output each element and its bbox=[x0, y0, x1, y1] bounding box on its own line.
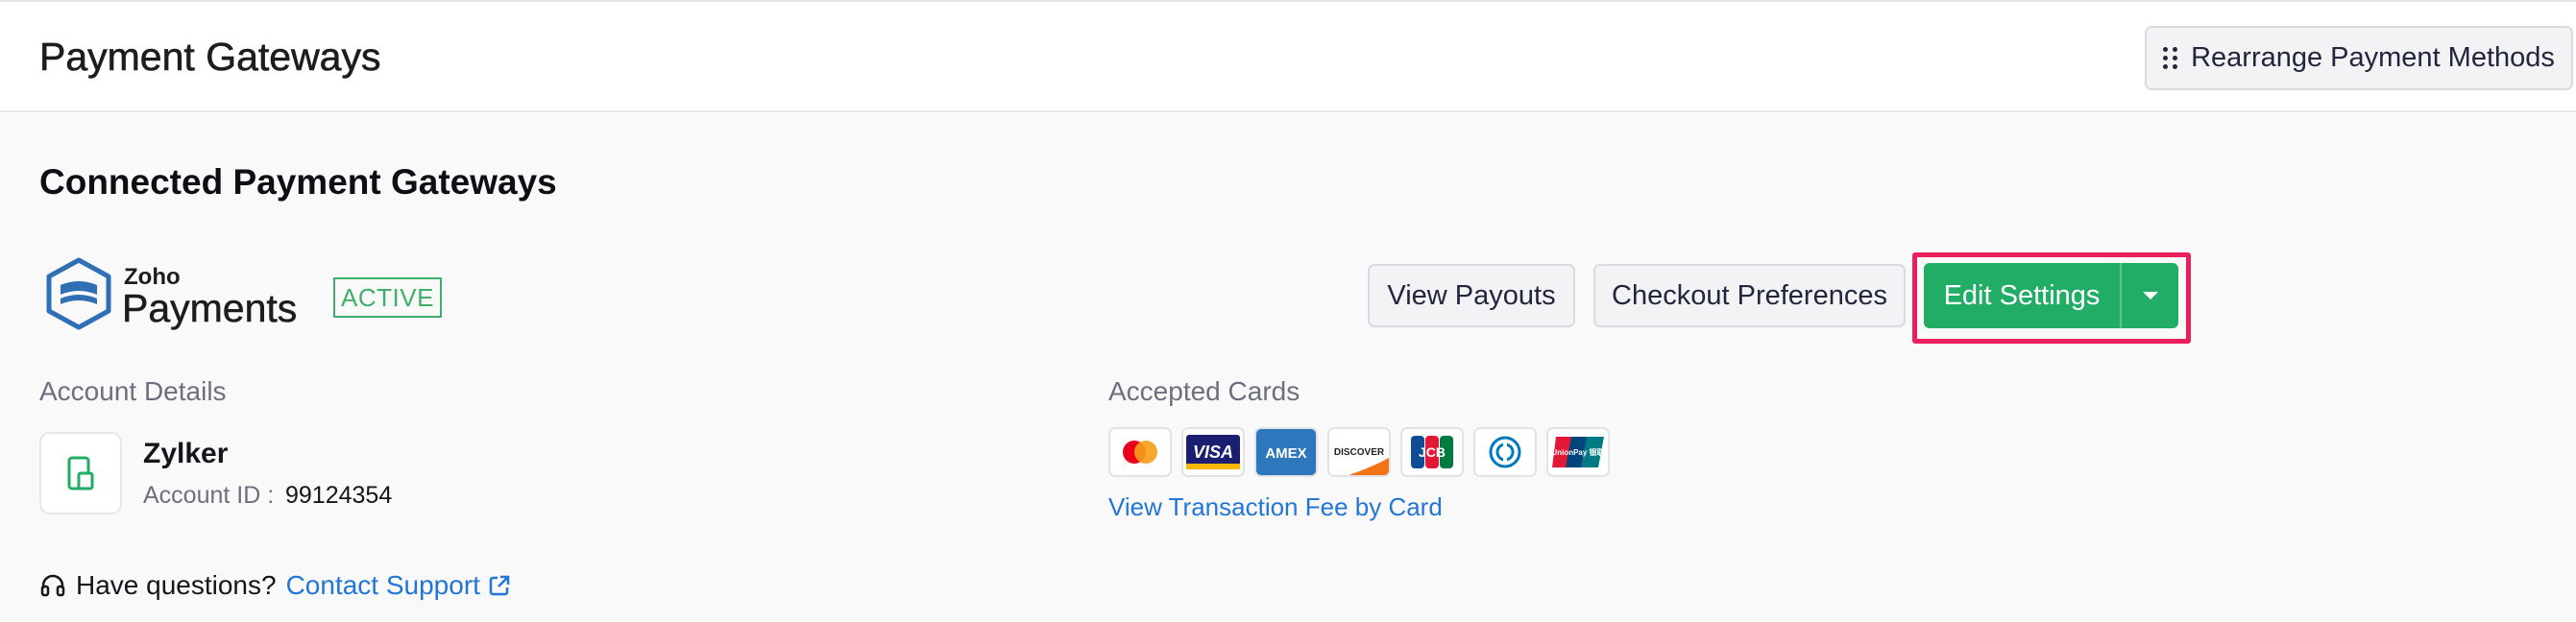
edit-settings-split-button: Edit Settings bbox=[1924, 263, 2178, 328]
account-id-value: 99124354 bbox=[285, 482, 393, 509]
checkout-preferences-button[interactable]: Checkout Preferences bbox=[1593, 264, 1906, 327]
building-icon bbox=[67, 456, 94, 490]
drag-handle-icon bbox=[2163, 47, 2178, 69]
svg-text:UnionPay 银联: UnionPay 银联 bbox=[1551, 447, 1604, 457]
rearrange-label: Rearrange Payment Methods bbox=[2191, 42, 2555, 73]
visa-icon: VISA bbox=[1181, 427, 1245, 477]
edit-settings-dropdown-button[interactable] bbox=[2122, 263, 2178, 328]
account-avatar bbox=[39, 432, 122, 514]
logo-text-payments: Payments bbox=[122, 286, 298, 331]
edit-settings-button[interactable]: Edit Settings bbox=[1924, 263, 2122, 328]
accepted-cards-list: VISA AMEX DISCOVER JCB UnionPay 银联 bbox=[1108, 427, 1610, 477]
contact-support-label: Contact Support bbox=[285, 570, 480, 600]
view-payouts-button[interactable]: View Payouts bbox=[1368, 264, 1575, 327]
view-transaction-fee-link[interactable]: View Transaction Fee by Card bbox=[1108, 492, 1443, 522]
help-question: Have questions? bbox=[76, 570, 277, 600]
mastercard-icon bbox=[1108, 427, 1172, 477]
amex-icon: AMEX bbox=[1254, 427, 1318, 477]
accepted-cards-label: Accepted Cards bbox=[1108, 376, 1300, 406]
headset-icon bbox=[40, 574, 65, 597]
discover-icon: DISCOVER bbox=[1327, 427, 1391, 477]
help-row: Have questions? Contact Support bbox=[39, 570, 511, 601]
svg-text:VISA: VISA bbox=[1193, 443, 1233, 462]
diners-icon bbox=[1473, 427, 1537, 477]
svg-text:DISCOVER: DISCOVER bbox=[1334, 447, 1385, 458]
unionpay-icon: UnionPay 银联 bbox=[1546, 427, 1610, 477]
status-badge: ACTIVE bbox=[333, 277, 442, 318]
contact-support-link[interactable]: Contact Support bbox=[286, 570, 511, 601]
zoho-payments-logo-icon bbox=[46, 257, 111, 330]
account-details-label: Account Details bbox=[39, 376, 227, 406]
account-name: Zylker bbox=[143, 438, 229, 469]
page-title: Payment Gateways bbox=[39, 35, 381, 80]
svg-text:AMEX: AMEX bbox=[1265, 445, 1306, 462]
jcb-icon: JCB bbox=[1400, 427, 1464, 477]
caret-down-icon bbox=[2142, 292, 2158, 299]
svg-text:JCB: JCB bbox=[1419, 444, 1446, 460]
top-bar: Payment Gateways Rearrange Payment Metho… bbox=[0, 0, 2576, 112]
account-id-label: Account ID : bbox=[143, 482, 275, 509]
external-link-icon bbox=[489, 575, 510, 596]
section-title: Connected Payment Gateways bbox=[39, 162, 557, 202]
rearrange-payment-methods-button[interactable]: Rearrange Payment Methods bbox=[2145, 26, 2573, 90]
